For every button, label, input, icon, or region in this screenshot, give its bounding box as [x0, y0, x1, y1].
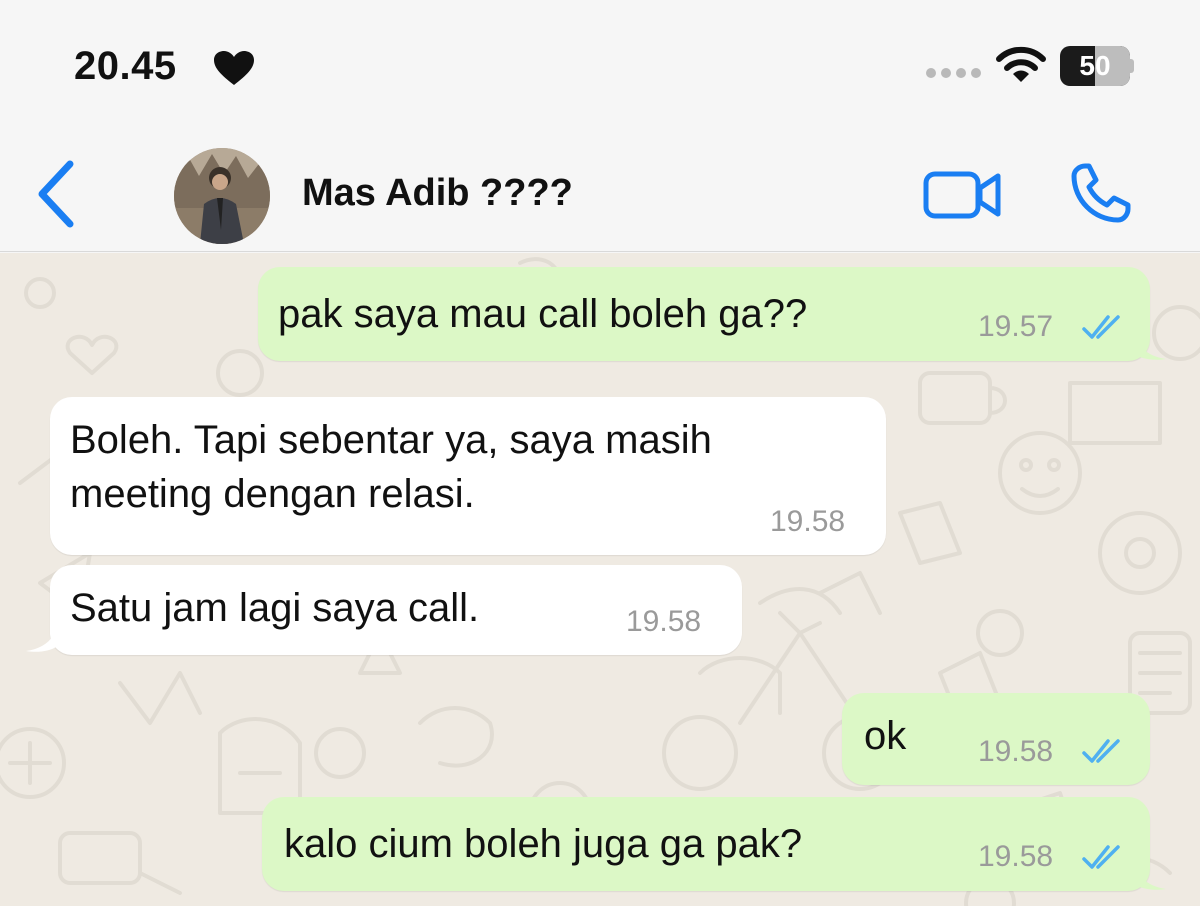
cellular-signal-icon — [926, 68, 981, 78]
bubble-tail — [26, 631, 56, 652]
read-ticks-icon — [1082, 845, 1120, 869]
top-bar: 20.45 50 Mas Adib ???? — [0, 0, 1200, 252]
wifi-icon — [996, 46, 1046, 82]
message-text: Satu jam lagi saya call. — [70, 586, 480, 630]
message-text: pak saya mau call boleh ga?? — [278, 292, 808, 336]
voice-call-button[interactable] — [1068, 160, 1134, 226]
contact-avatar[interactable] — [174, 148, 270, 244]
read-ticks-icon — [1082, 315, 1120, 339]
message-text: ok — [864, 714, 907, 758]
message-time: 19.57 — [978, 310, 1054, 343]
heart-icon — [214, 51, 254, 85]
battery-level: 50 — [1079, 50, 1111, 81]
message-bubble-incoming[interactable]: Satu jam lagi saya call. 19.58 — [26, 565, 742, 655]
message-time: 19.58 — [978, 840, 1054, 873]
message-time: 19.58 — [978, 735, 1054, 768]
contact-name[interactable]: Mas Adib ???? — [302, 172, 573, 215]
back-button[interactable] — [26, 156, 86, 232]
message-bubble-outgoing[interactable]: kalo cium boleh juga ga pak? 19.58 — [262, 797, 1166, 891]
status-time: 20.45 — [74, 44, 177, 88]
message-text: kalo cium boleh juga ga pak? — [284, 822, 803, 866]
message-bubble-outgoing[interactable]: pak saya mau call boleh ga?? 19.57 — [258, 267, 1166, 361]
bubble-tail — [1136, 339, 1166, 360]
message-time: 19.58 — [626, 605, 702, 638]
bubble-tail — [1136, 869, 1166, 890]
message-text: Boleh. Tapi sebentar ya, saya masih meet… — [70, 418, 712, 516]
battery-indicator: 50 — [1060, 46, 1134, 86]
message-bubble-outgoing[interactable]: ok 19.58 — [842, 693, 1150, 785]
video-call-button[interactable] — [922, 166, 1004, 222]
read-ticks-icon — [1082, 739, 1120, 763]
message-bubble-incoming[interactable]: Boleh. Tapi sebentar ya, saya masih meet… — [50, 397, 886, 555]
message-time: 19.58 — [770, 505, 846, 538]
chat-area[interactable]: pak saya mau call boleh ga?? 19.57 Boleh… — [0, 253, 1200, 906]
